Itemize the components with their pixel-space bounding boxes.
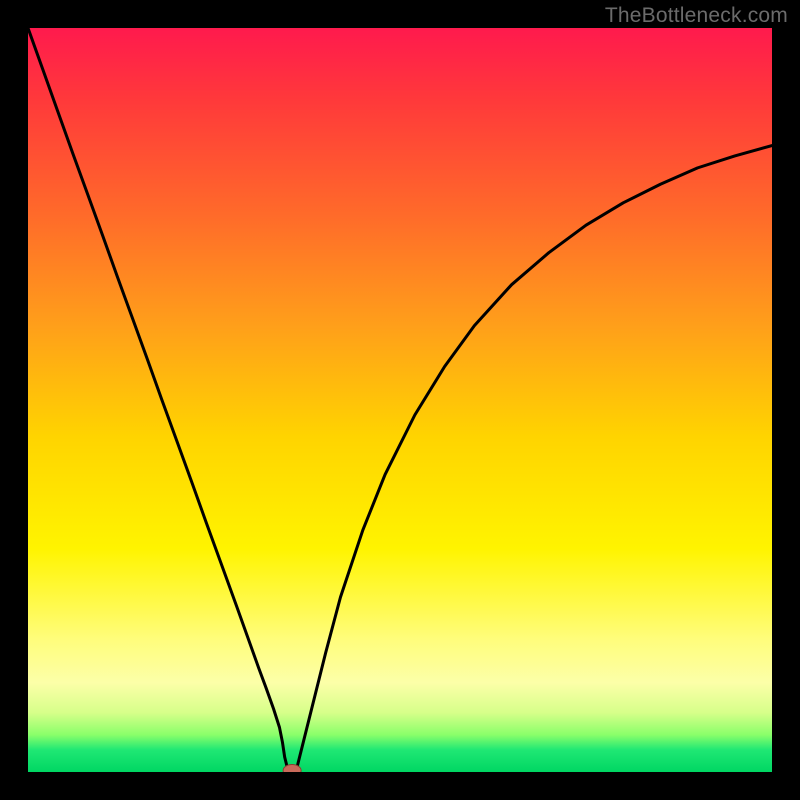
- watermark-label: TheBottleneck.com: [605, 4, 788, 28]
- bottleneck-curve: [28, 28, 772, 772]
- optimal-point-marker: [283, 765, 301, 772]
- chart-svg: [28, 28, 772, 772]
- plot-area: [28, 28, 772, 772]
- chart-frame: TheBottleneck.com: [0, 0, 800, 800]
